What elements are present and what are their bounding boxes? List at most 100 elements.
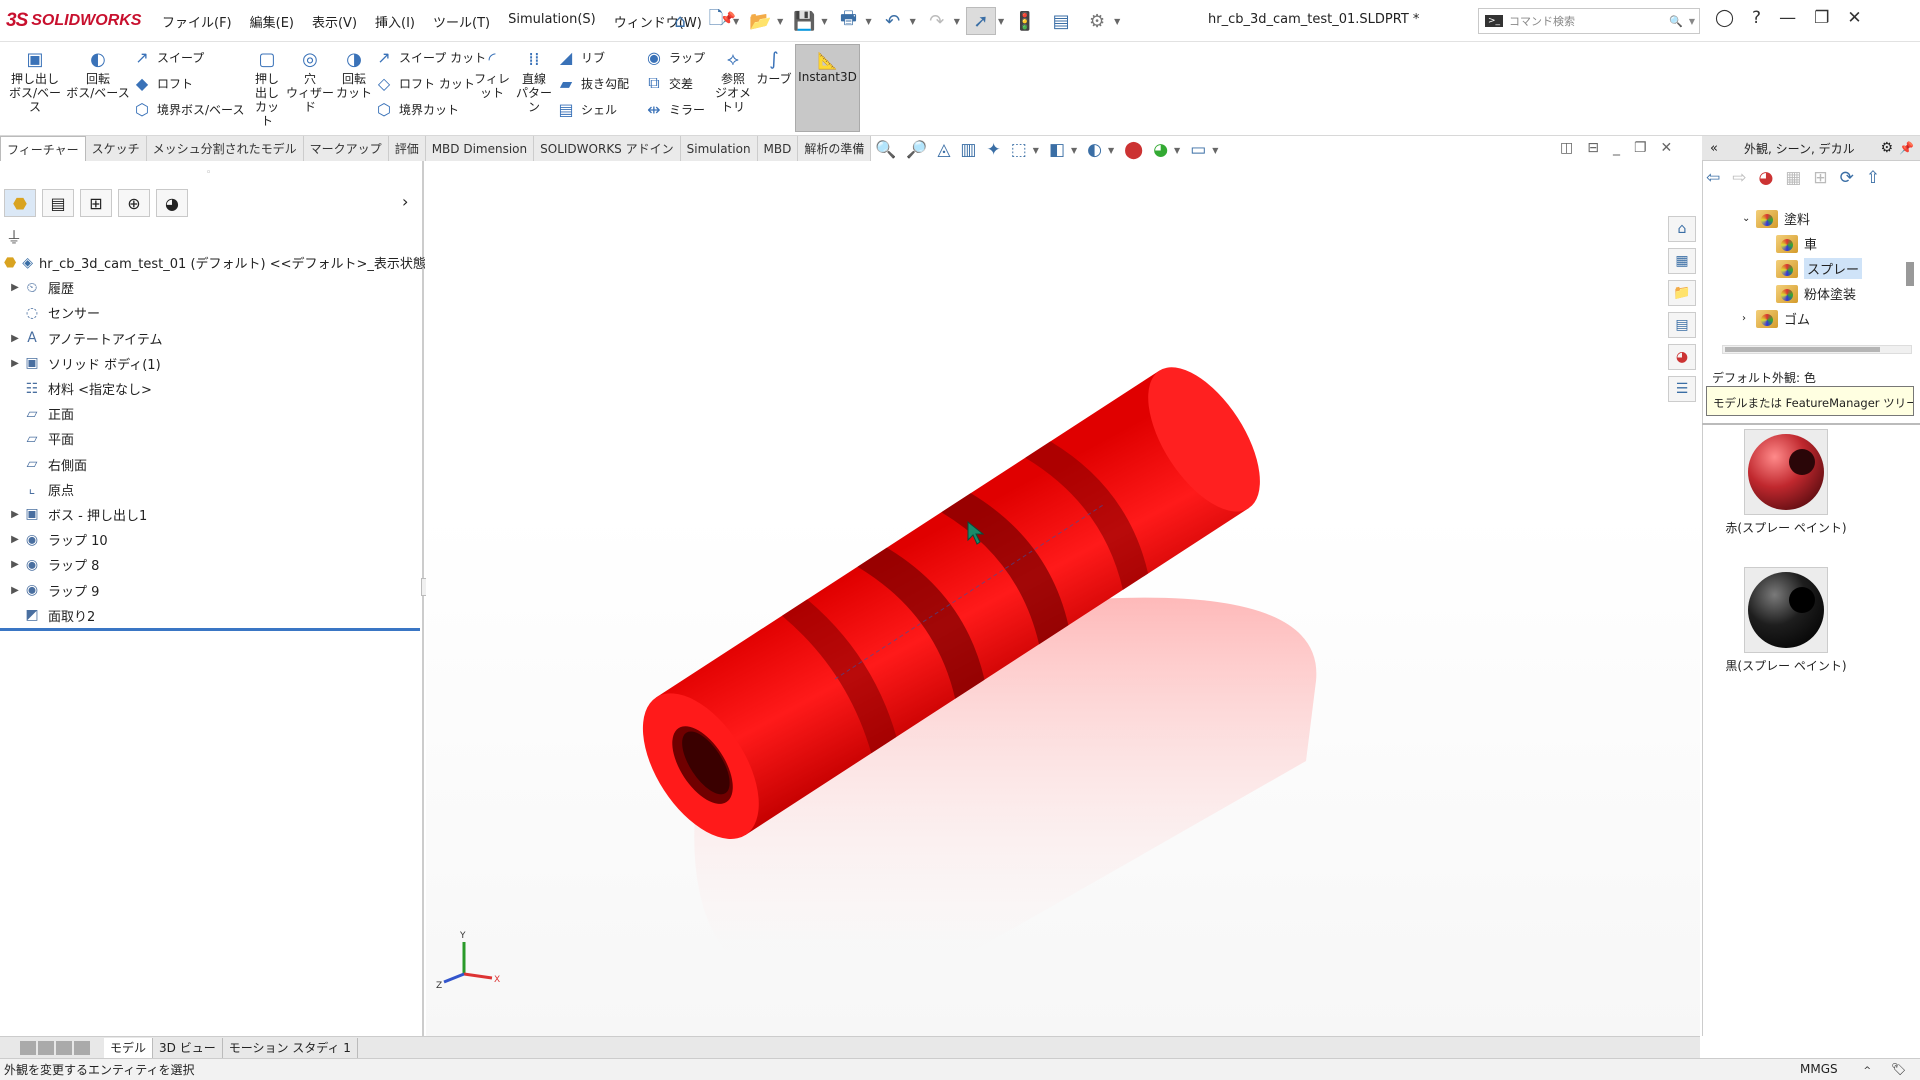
tab-sketch[interactable]: スケッチ [85,136,147,161]
pane-splitter[interactable] [1702,423,1920,425]
menu-file[interactable]: ファイル(F) [160,10,234,33]
zoom-to-fit-icon[interactable]: 🔍 [875,140,896,160]
split-vertical-icon[interactable]: ◫ [1560,140,1573,156]
graphics-area[interactable]: 🔍 🔎 ◬ ▥ ✦ ⬚ ▼ ◧ ▼ ◐ ▼ ⬤ ◕ ▼ ▭ ▼ ◫ ⊟ _ ❐ ✕ [426,140,1700,1036]
tab-meshed-model[interactable]: メッシュ分割されたモデル [146,136,304,161]
hole-wizard-button[interactable]: ◎ 穴 ウィザード [284,48,336,115]
fillet-button[interactable]: ◜ フィレット [470,48,514,101]
command-search-box[interactable]: >_ コマンド検索 🔍 ▼ [1478,8,1700,34]
collapse-pane-icon[interactable]: « [1710,141,1718,156]
extrude-cut-button[interactable]: ▢ 押し 出し カット [250,48,284,129]
panel-grip-icon[interactable]: ◦ [206,168,211,178]
tree-folder-powder-coat[interactable]: 粉体塗装 [1776,281,1910,306]
expand-arrow-icon[interactable]: ▶ [8,358,22,369]
tab-mbd-dimension[interactable]: MBD Dimension [425,136,535,161]
zoom-to-area-icon[interactable]: 🔎 [906,140,927,160]
tree-item-chamfer2[interactable]: ◩ 面取り2 [0,603,420,628]
custom-properties-icon[interactable]: ☰ [1668,376,1696,402]
shell-button[interactable]: ▤ シェル [556,96,629,122]
display-style-icon[interactable]: ◧ [1049,140,1065,160]
tree-item-wrap10[interactable]: ▶ ◉ ラップ 10 [0,527,420,552]
loft-button[interactable]: ◆ ロフト [132,70,244,96]
tree-folder-rubber[interactable]: › ゴム [1742,306,1910,331]
expand-arrow-icon[interactable]: ▶ [8,333,22,344]
tab-analysis-prep[interactable]: 解析の準備 [798,136,872,161]
new-document-icon[interactable]: 🗋 [701,7,731,35]
close-icon[interactable]: ✕ [1847,8,1861,28]
refresh-icon[interactable]: ⟳ [1840,168,1854,188]
tree-item-annotations[interactable]: ▶ A アノテートアイテム [0,326,420,351]
tree-item-top-plane[interactable]: ▱ 平面 [0,426,420,451]
search-icon[interactable]: 🔍 [1669,15,1683,28]
user-account-icon[interactable]: ◯ [1715,8,1734,28]
appearances-icon[interactable]: ◕ [1759,168,1774,188]
revolve-cut-button[interactable]: ◑ 回転 カット [336,48,372,101]
extrude-boss-button[interactable]: ▣ 押し出し ボス/ベース [6,48,64,115]
tree-folder-car[interactable]: 車 [1776,231,1910,256]
apply-scene-icon[interactable]: ◕ [1153,140,1168,160]
tab-solidworks-addins[interactable]: SOLIDWORKS アドイン [534,136,681,161]
select-pointer-icon[interactable]: ➚ [965,7,996,35]
chevron-down-icon[interactable]: ▼ [998,17,1004,26]
tab-motion-study[interactable]: モーション スタディ 1 [223,1037,358,1058]
tags-icon[interactable]: 🏷 [1891,1062,1906,1076]
home-icon[interactable]: ⌂ [665,7,695,35]
chevron-down-icon[interactable]: ▼ [1071,146,1077,155]
horizontal-scrollbar[interactable] [1722,345,1912,354]
chevron-down-icon[interactable]: ▼ [1174,146,1180,155]
chevron-right-icon[interactable]: › [1742,313,1756,324]
reference-geometry-button[interactable]: ⟡ 参照 ジオメトリ [712,48,754,115]
next-tab-icon[interactable] [56,1040,72,1055]
tree-item-solid-bodies[interactable]: ▶ ▣ ソリッド ボディ(1) [0,351,420,376]
linear-pattern-button[interactable]: ⁞⁞ 直線 パターン [514,48,554,115]
forward-icon[interactable]: ⇨ [1732,168,1746,188]
property-manager-tab-icon[interactable]: ▤ [42,189,74,217]
undo-icon[interactable]: ↶ [878,7,908,35]
revolve-boss-button[interactable]: ◐ 回転 ボス/ベース [66,48,130,101]
boundary-boss-button[interactable]: ⬡ 境界ボス/ベース [132,96,244,122]
tree-item-sensors[interactable]: ◌ センサー [0,300,420,325]
chevron-down-icon[interactable]: ▼ [1114,17,1120,26]
sweep-button[interactable]: ↗ スイープ [132,44,244,70]
command-search-input[interactable]: コマンド検索 [1509,13,1663,29]
mirror-button[interactable]: ⇹ ミラー [644,96,705,122]
rollback-bar[interactable] [0,628,420,631]
expand-arrow-icon[interactable]: ▶ [8,559,22,570]
swatch-red-spray[interactable]: 赤(スプレー ペイント) [1716,429,1856,536]
minimize-icon[interactable]: — [1779,8,1796,28]
first-tab-icon[interactable] [20,1040,36,1055]
edit-appearance-icon[interactable]: ⬤ [1124,140,1143,160]
file-properties-icon[interactable]: ▤ [1046,7,1076,35]
menu-simulation[interactable]: Simulation(S) [506,10,598,33]
options-gear-icon[interactable]: ⚙ [1082,7,1112,35]
instant3d-button[interactable]: 📐 Instant3D [795,44,860,132]
open-icon[interactable]: 📂 [745,7,775,35]
chevron-down-icon[interactable]: ▼ [1108,146,1114,155]
tab-simulation[interactable]: Simulation [680,136,758,161]
prev-tab-icon[interactable] [38,1040,54,1055]
expand-arrow-icon[interactable]: ▶ [8,509,22,520]
tab-model[interactable]: モデル [104,1037,154,1058]
tab-3d-views[interactable]: 3D ビュー [153,1037,223,1058]
tree-folder-paint[interactable]: ⌄ 塗料 [1742,206,1910,231]
view-settings-icon[interactable]: ▭ [1190,140,1206,160]
dynamic-annotation-icon[interactable]: ✦ [986,140,1000,160]
view-orientation-icon[interactable]: ⬚ [1011,140,1027,160]
restore-icon[interactable]: ❐ [1634,140,1647,156]
chevron-down-icon[interactable]: ▼ [910,17,916,26]
tab-markup[interactable]: マークアップ [303,136,389,161]
appearances-scenes-icon[interactable]: ◕ [1668,344,1696,370]
display-manager-tab-icon[interactable]: ◕ [156,189,188,217]
tree-item-origin[interactable]: ⌞ 原点 [0,477,420,502]
design-library-icon[interactable]: ▦ [1668,248,1696,274]
tree-item-history[interactable]: ▶ ⏲ 履歴 [0,275,420,300]
expand-arrow-icon[interactable]: ▶ [8,585,22,596]
tree-item-boss-extrude1[interactable]: ▶ ▣ ボス - 押し出し1 [0,502,420,527]
add-folder-icon[interactable]: ▦ [1785,168,1801,188]
expand-arrow-icon[interactable]: ▶ [8,282,22,293]
intersect-button[interactable]: ⧉ 交差 [644,70,705,96]
view-palette-icon[interactable]: ▤ [1668,312,1696,338]
menu-edit[interactable]: 編集(E) [248,10,296,33]
wrap-button[interactable]: ◉ ラップ [644,44,705,70]
rebuild-icon[interactable]: 🚦 [1010,7,1040,35]
